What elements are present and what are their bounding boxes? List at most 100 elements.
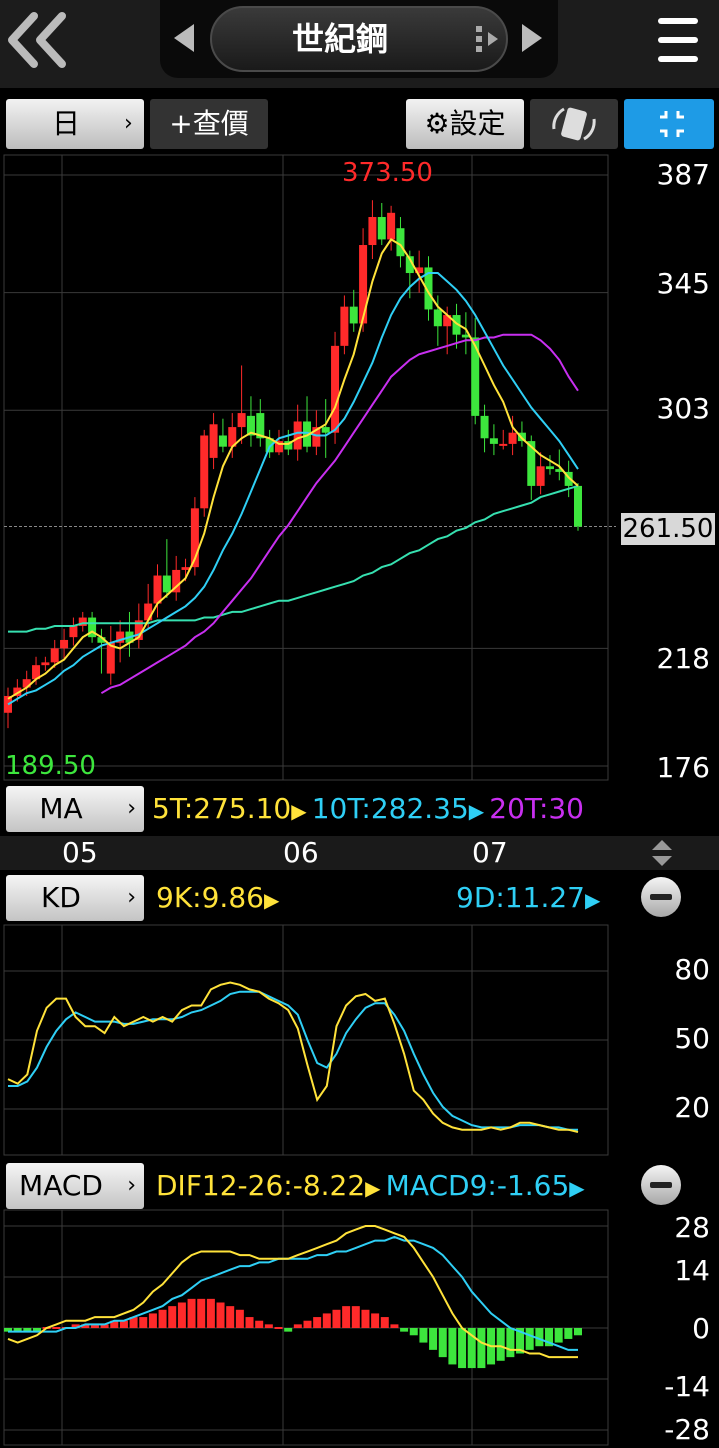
macd-histogram-bar (574, 1328, 582, 1336)
macd-histogram-bar (400, 1328, 409, 1332)
macd-histogram-bar (148, 1313, 157, 1328)
kd-y-tick: 20 (674, 1091, 710, 1124)
candle-body (162, 575, 171, 593)
kd-y-tick: 50 (674, 1022, 710, 1055)
expand-arrow-icon: ▶ (468, 799, 485, 823)
candle-body (536, 466, 545, 486)
collapse-macd-icon[interactable] (641, 1165, 681, 1205)
kd-k-value-group: 9K:9.86▶ (156, 875, 279, 923)
kd-d-value-group: 9D:11.27▶ (456, 875, 600, 923)
kd-y-tick: 80 (674, 953, 710, 986)
chevron-right-icon: › (127, 1173, 136, 1198)
y-tick: 345 (656, 267, 710, 300)
candle-body (377, 217, 386, 240)
macd-histogram-bar (168, 1306, 177, 1328)
panel-frame (3, 154, 609, 781)
macd-histogram-bar (197, 1298, 206, 1328)
candle-body (181, 567, 190, 570)
macd-histogram-bar (264, 1324, 273, 1328)
expand-arrow-icon: ▶ (263, 888, 280, 912)
candle-body (200, 435, 209, 509)
last-price-tag: 261.50 (621, 513, 715, 545)
ma-label: MA (39, 792, 83, 825)
collapse-kd-icon[interactable] (641, 877, 681, 917)
ma-values: 5T:275.10▶ 10T:282.35▶ 20T:30 (152, 786, 608, 832)
ma20-value: 20T:30 (489, 792, 584, 825)
candle-body (359, 245, 368, 324)
macd-histogram-bar (554, 1328, 563, 1343)
macd-histogram-bar (139, 1317, 148, 1328)
macd-histogram-bar (226, 1306, 235, 1328)
macd-histogram-bar (303, 1320, 312, 1328)
kd-label: KD (41, 881, 81, 914)
ma10-value: 10T:282.35 (311, 792, 469, 825)
macd-chart[interactable] (4, 1225, 582, 1369)
ma20-line (100, 333, 579, 695)
macd-histogram-bar (496, 1328, 505, 1361)
macd-signal-value: MACD9:-1.65 (385, 1169, 570, 1202)
macd-histogram-bar (284, 1328, 293, 1332)
candle-body (349, 306, 358, 324)
kd-d-value: 9D:11.27 (456, 881, 585, 914)
macd-y-tick: -14 (664, 1370, 710, 1403)
candle-body (331, 345, 340, 433)
resize-arrows-icon[interactable] (650, 838, 674, 868)
candle-body (209, 424, 218, 458)
kd-indicator-button[interactable]: KD › (6, 875, 144, 921)
candle-body (489, 438, 498, 444)
candle-body (387, 212, 396, 240)
macd-indicator-button[interactable]: MACD › (6, 1163, 144, 1209)
macd-histogram-bar (216, 1302, 225, 1328)
macd-histogram-bar (158, 1309, 167, 1328)
y-tick: 218 (656, 642, 710, 675)
macd-histogram-bar (255, 1320, 264, 1328)
macd-histogram-bar (235, 1309, 244, 1328)
candle-body (545, 466, 554, 470)
macd-histogram-bar (380, 1317, 389, 1328)
macd-histogram-bar (564, 1328, 573, 1339)
macd-dif-value: DIF12-26:-8.22 (156, 1169, 366, 1202)
macd-histogram-bar (274, 1327, 283, 1329)
macd-histogram-bar (525, 1328, 534, 1350)
expand-arrow-icon: ▶ (291, 799, 307, 823)
macd-histogram-bar (119, 1320, 128, 1328)
x-tick: 07 (472, 836, 508, 869)
macd-histogram-bar (187, 1298, 196, 1328)
candle-body (218, 435, 227, 447)
macd-histogram-bar (52, 1327, 61, 1329)
macd-y-tick: 14 (674, 1254, 710, 1287)
macd-histogram-bar (245, 1317, 254, 1328)
macd-histogram-bar (409, 1328, 418, 1336)
macd-histogram-bar (332, 1309, 341, 1328)
macd-histogram-bar (506, 1328, 515, 1358)
macd-y-tick: -28 (664, 1413, 710, 1446)
macd-y-tick: 28 (674, 1211, 710, 1244)
macd-label: MACD (19, 1169, 103, 1202)
x-tick: 06 (283, 836, 319, 869)
y-tick: 303 (656, 392, 710, 425)
macd-histogram-bar (390, 1324, 399, 1328)
candle-body (499, 443, 508, 446)
candle-body (293, 421, 302, 450)
high-price-label: 373.50 (342, 158, 433, 188)
macd-histogram-bar (342, 1306, 351, 1328)
candle-body (144, 603, 153, 621)
candle-body (50, 648, 59, 663)
macd-histogram-bar (371, 1313, 380, 1328)
macd-histogram-bar (438, 1328, 447, 1358)
macd-histogram-bar (419, 1328, 428, 1343)
macd-histogram-bar (477, 1328, 486, 1369)
candle-body (69, 625, 78, 638)
ma60-line (8, 484, 579, 633)
chevron-right-icon: › (127, 796, 136, 821)
ma-indicator-button[interactable]: MA › (6, 786, 144, 832)
candle-body (433, 309, 442, 327)
expand-arrow-icon: ▶ (569, 1176, 585, 1200)
candle-body (321, 427, 330, 433)
candlestick-chart[interactable] (4, 200, 616, 729)
y-tick: 176 (656, 751, 710, 784)
y-tick: 387 (656, 158, 710, 191)
macd-histogram-bar (361, 1309, 370, 1328)
candle-body (480, 415, 489, 439)
kd-chart[interactable] (7, 981, 579, 1133)
